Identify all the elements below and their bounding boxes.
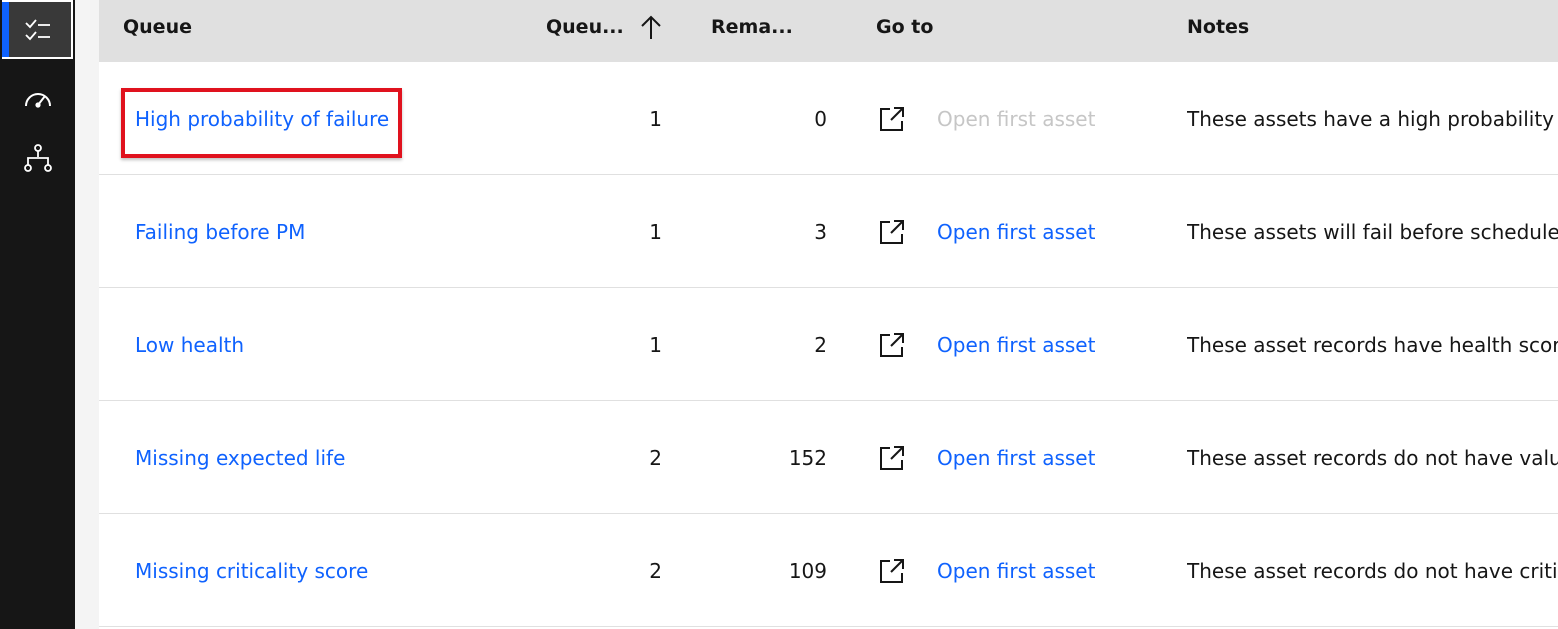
remaining-count: 152 (788, 445, 827, 470)
work-queue-table: Queue Queu... Rema... Go to Notes High p… (99, 0, 1558, 629)
table-row: High probability of failure 1 0 Open fir… (99, 62, 1558, 175)
column-header-queue-number[interactable]: Queu... (546, 0, 624, 54)
queue-notes: These asset records do not have critica (1187, 558, 1558, 583)
launch-icon[interactable] (877, 175, 907, 288)
table-row: Failing before PM 1 3 Open first asset T… (99, 175, 1558, 288)
content-gutter (75, 0, 99, 629)
launch-icon[interactable] (877, 401, 907, 514)
column-header-notes[interactable]: Notes (1187, 0, 1249, 54)
left-nav-rail (0, 0, 75, 629)
queue-name-link[interactable]: Failing before PM (135, 175, 305, 288)
queue-notes: These asset records have health scores (1187, 332, 1558, 357)
open-first-asset-link[interactable]: Open first asset (937, 514, 1095, 627)
queue-notes: These assets have a high probability of (1187, 106, 1558, 131)
launch-icon[interactable] (877, 62, 907, 175)
launch-icon[interactable] (877, 288, 907, 401)
remaining-count: 2 (814, 332, 827, 357)
task-list-icon (24, 19, 50, 41)
queue-number: 1 (649, 332, 662, 357)
hierarchy-icon (23, 144, 52, 172)
column-header-queue[interactable]: Queue (123, 0, 192, 54)
table-header: Queue Queu... Rema... Go to Notes (99, 0, 1558, 62)
remaining-count: 3 (814, 219, 827, 244)
open-first-asset-link: Open first asset (937, 106, 1096, 131)
queue-name-link[interactable]: High probability of failure (135, 62, 389, 175)
remaining-count: 0 (814, 106, 827, 131)
app-window: Queue Queu... Rema... Go to Notes High p… (0, 0, 1558, 629)
queue-number: 1 (649, 219, 662, 244)
table-row: Low health 1 2 Open first asset These as… (99, 288, 1558, 401)
sort-ascending-icon[interactable] (639, 0, 663, 54)
rail-active-indicator (2, 2, 9, 57)
table-row: Missing criticality score 2 109 Open fir… (99, 514, 1558, 627)
column-header-go-to: Go to (876, 16, 934, 38)
queue-number: 1 (649, 106, 662, 131)
table-row: Missing expected life 2 152 Open first a… (99, 401, 1558, 514)
open-first-asset-link[interactable]: Open first asset (937, 288, 1095, 401)
rail-item-work-queues[interactable] (0, 0, 75, 60)
remaining-count: 109 (788, 558, 827, 583)
queue-name-link[interactable]: Low health (135, 288, 244, 401)
launch-icon[interactable] (877, 514, 907, 627)
queue-notes: These assets will fail before scheduled (1187, 219, 1558, 244)
queue-name-link[interactable]: Missing expected life (135, 401, 345, 514)
queue-notes: These asset records do not have values (1187, 445, 1558, 470)
open-first-asset-link[interactable]: Open first asset (937, 401, 1095, 514)
column-header-remaining[interactable]: Rema... (711, 0, 793, 54)
queue-number: 2 (649, 445, 662, 470)
dashboard-gauge-icon (24, 93, 51, 108)
rail-item-dashboard[interactable] (0, 68, 75, 128)
rail-item-hierarchy[interactable] (0, 128, 75, 188)
queue-name-link[interactable]: Missing criticality score (135, 514, 368, 627)
queue-number: 2 (649, 558, 662, 583)
open-first-asset-link[interactable]: Open first asset (937, 175, 1095, 288)
